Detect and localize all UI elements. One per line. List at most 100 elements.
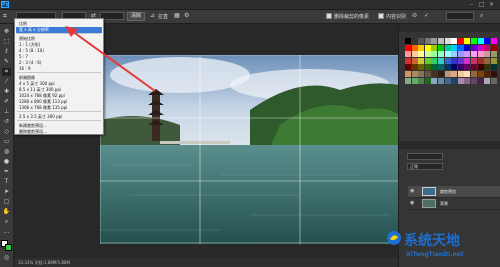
type-tool-icon[interactable]: T [2, 178, 11, 186]
color-swatch[interactable] [484, 57, 491, 64]
color-swatch[interactable] [484, 44, 491, 51]
layer-row[interactable]: ◉ 背景 [408, 198, 500, 210]
pen-tool-icon[interactable]: ✒ [2, 168, 11, 176]
color-swatch[interactable] [424, 77, 431, 84]
shape-tool-icon[interactable]: ▢ [2, 198, 11, 206]
visibility-eye-icon[interactable]: ◉ [410, 188, 414, 194]
color-swatch[interactable] [490, 71, 497, 77]
ratio-menu-item[interactable]: 16 : 9 [19, 66, 31, 71]
color-swatch[interactable] [484, 38, 491, 44]
cancel-icon[interactable]: ⊘ [412, 12, 417, 19]
color-swatch[interactable] [477, 44, 484, 51]
color-swatch[interactable] [431, 38, 438, 44]
color-swatch[interactable] [477, 51, 484, 58]
color-swatch[interactable] [490, 38, 497, 44]
settings-gear-icon[interactable]: ⚙ [184, 12, 189, 19]
grid-overlay-icon[interactable]: ▦ [174, 12, 180, 19]
color-swatch[interactable] [438, 71, 444, 77]
commit-icon[interactable]: ✓ [424, 12, 429, 19]
search-icon[interactable]: ⌕ [480, 12, 483, 20]
color-swatch[interactable] [457, 64, 464, 71]
color-swatch[interactable] [471, 44, 477, 51]
color-swatch[interactable] [405, 51, 411, 58]
color-swatch[interactable] [411, 64, 418, 71]
color-swatch[interactable] [405, 57, 411, 64]
background-color-swatch[interactable] [5, 244, 12, 251]
color-swatch[interactable] [464, 51, 471, 58]
color-swatch[interactable] [477, 57, 484, 64]
clear-button[interactable]: 清除 [127, 12, 145, 21]
color-swatch[interactable] [418, 51, 425, 58]
color-swatch[interactable] [477, 71, 484, 77]
color-swatch[interactable] [405, 38, 411, 44]
color-swatch[interactable] [451, 64, 458, 71]
color-swatch[interactable] [418, 57, 425, 64]
color-swatch[interactable] [405, 64, 411, 71]
color-swatch[interactable] [457, 51, 464, 58]
color-swatch[interactable] [457, 57, 464, 64]
color-swatch[interactable] [438, 38, 444, 44]
color-swatch[interactable] [490, 57, 497, 64]
marquee-tool-icon[interactable]: ⬚ [2, 38, 11, 46]
color-swatch[interactable] [484, 77, 491, 84]
color-swatch[interactable] [444, 38, 451, 44]
color-swatch[interactable] [438, 64, 444, 71]
color-swatch[interactable] [431, 44, 438, 51]
color-swatch[interactable] [424, 51, 431, 58]
color-swatch[interactable] [464, 57, 471, 64]
gradient-tool-icon[interactable]: ▭ [2, 138, 11, 146]
layer-row[interactable]: ◉ 裁剪预览 [408, 186, 500, 198]
delete-pixels-checkbox[interactable] [326, 13, 332, 19]
close-icon[interactable]: ✕ [489, 1, 494, 8]
color-swatch[interactable] [418, 38, 425, 44]
color-swatch[interactable] [471, 51, 477, 58]
color-swatch[interactable] [451, 77, 458, 84]
maximize-icon[interactable]: □ [479, 1, 485, 8]
color-swatch[interactable] [411, 51, 418, 58]
color-swatch[interactable] [451, 71, 458, 77]
color-swatch[interactable] [471, 71, 477, 77]
color-swatch[interactable] [405, 44, 411, 51]
color-swatch[interactable] [444, 51, 451, 58]
color-swatch[interactable] [477, 38, 484, 44]
color-swatch[interactable] [484, 51, 491, 58]
color-swatch[interactable] [444, 71, 451, 77]
brush-tool-icon[interactable]: ✐ [2, 98, 11, 106]
quick-select-tool-icon[interactable]: ✎ [2, 58, 11, 66]
color-swatch[interactable] [451, 51, 458, 58]
color-swatch[interactable] [411, 71, 418, 77]
stamp-tool-icon[interactable]: ⊥ [2, 108, 11, 116]
color-swatch[interactable] [464, 77, 471, 84]
content-aware-checkbox[interactable] [378, 13, 384, 19]
quick-mask-icon[interactable]: ◎ [2, 254, 11, 262]
color-swatch[interactable] [444, 44, 451, 51]
color-swatch[interactable] [438, 57, 444, 64]
hand-tool-icon[interactable]: ✋ [2, 208, 11, 216]
color-swatch[interactable] [451, 38, 458, 44]
color-swatch[interactable] [411, 44, 418, 51]
color-swatch[interactable] [464, 38, 471, 44]
lasso-tool-icon[interactable]: ℓ [2, 48, 11, 56]
color-swatch[interactable] [490, 44, 497, 51]
color-swatch[interactable] [411, 77, 418, 84]
color-swatch[interactable] [444, 77, 451, 84]
color-swatch[interactable] [457, 71, 464, 77]
ratio-menu-item[interactable]: 2 : 3 (4 : 6) [19, 60, 41, 65]
color-swatch[interactable] [411, 57, 418, 64]
color-swatch[interactable] [405, 77, 411, 84]
color-swatch[interactable] [471, 77, 477, 84]
more-tools-icon[interactable]: … [2, 228, 11, 236]
blend-mode-select[interactable]: 正常 [407, 163, 443, 170]
ratio-menu-item[interactable]: 删除裁剪预设... [19, 129, 47, 135]
color-swatch[interactable] [451, 57, 458, 64]
straighten-icon[interactable]: ⊿ [150, 12, 155, 19]
color-swatch[interactable] [471, 38, 477, 44]
color-swatch[interactable] [490, 64, 497, 71]
color-swatch[interactable] [457, 38, 464, 44]
history-brush-tool-icon[interactable]: ↺ [2, 118, 11, 126]
minimize-icon[interactable]: – [470, 1, 473, 8]
color-swatch[interactable] [471, 64, 477, 71]
color-swatch[interactable] [438, 77, 444, 84]
color-swatch[interactable] [418, 71, 425, 77]
color-swatch[interactable] [464, 44, 471, 51]
